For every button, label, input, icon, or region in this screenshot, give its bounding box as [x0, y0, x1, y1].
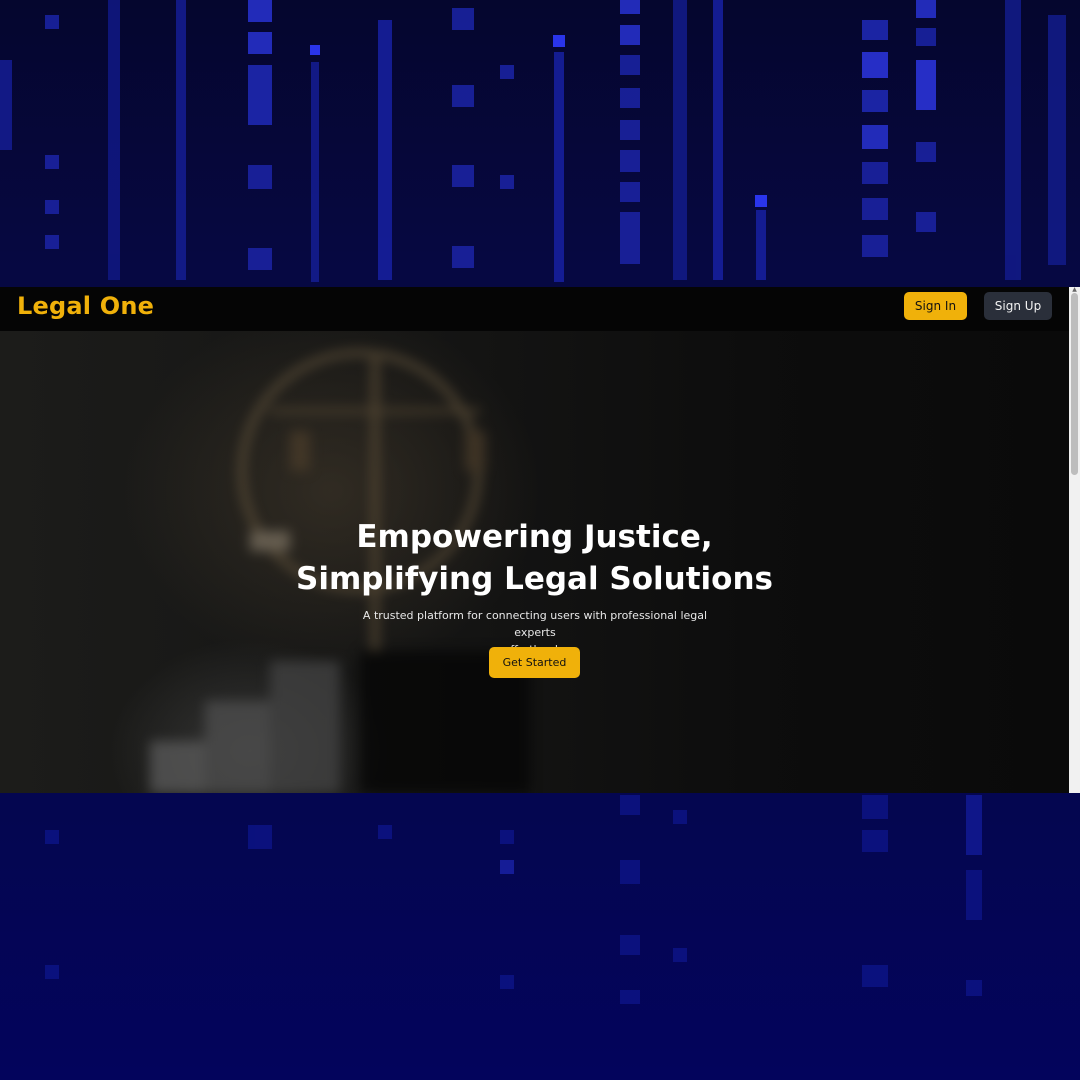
get-started-button[interactable]: Get Started [489, 647, 580, 678]
hero-subtitle-line-1: A trusted platform for connecting users … [362, 609, 708, 639]
sign-up-button[interactable]: Sign Up [984, 292, 1052, 320]
top-navbar: Legal One Sign In Sign Up [0, 287, 1069, 331]
scroll-up-arrow-icon[interactable]: ▲ [1071, 287, 1078, 293]
hero-title-line-2: Simplifying Legal Solutions [296, 561, 773, 597]
hero-section: Empowering Justice, Simplifying Legal So… [0, 331, 1069, 793]
hero-title-line-1: Empowering Justice, [356, 519, 713, 555]
brand-logo[interactable]: Legal One [17, 292, 154, 320]
sign-in-button[interactable]: Sign In [904, 292, 967, 320]
vertical-scrollbar[interactable]: ▲ [1069, 287, 1080, 793]
hero-title: Empowering Justice, Simplifying Legal So… [0, 516, 1069, 600]
browser-viewport: Legal One Sign In Sign Up Empowering Jus… [0, 287, 1080, 793]
scrollbar-thumb[interactable] [1071, 293, 1078, 475]
